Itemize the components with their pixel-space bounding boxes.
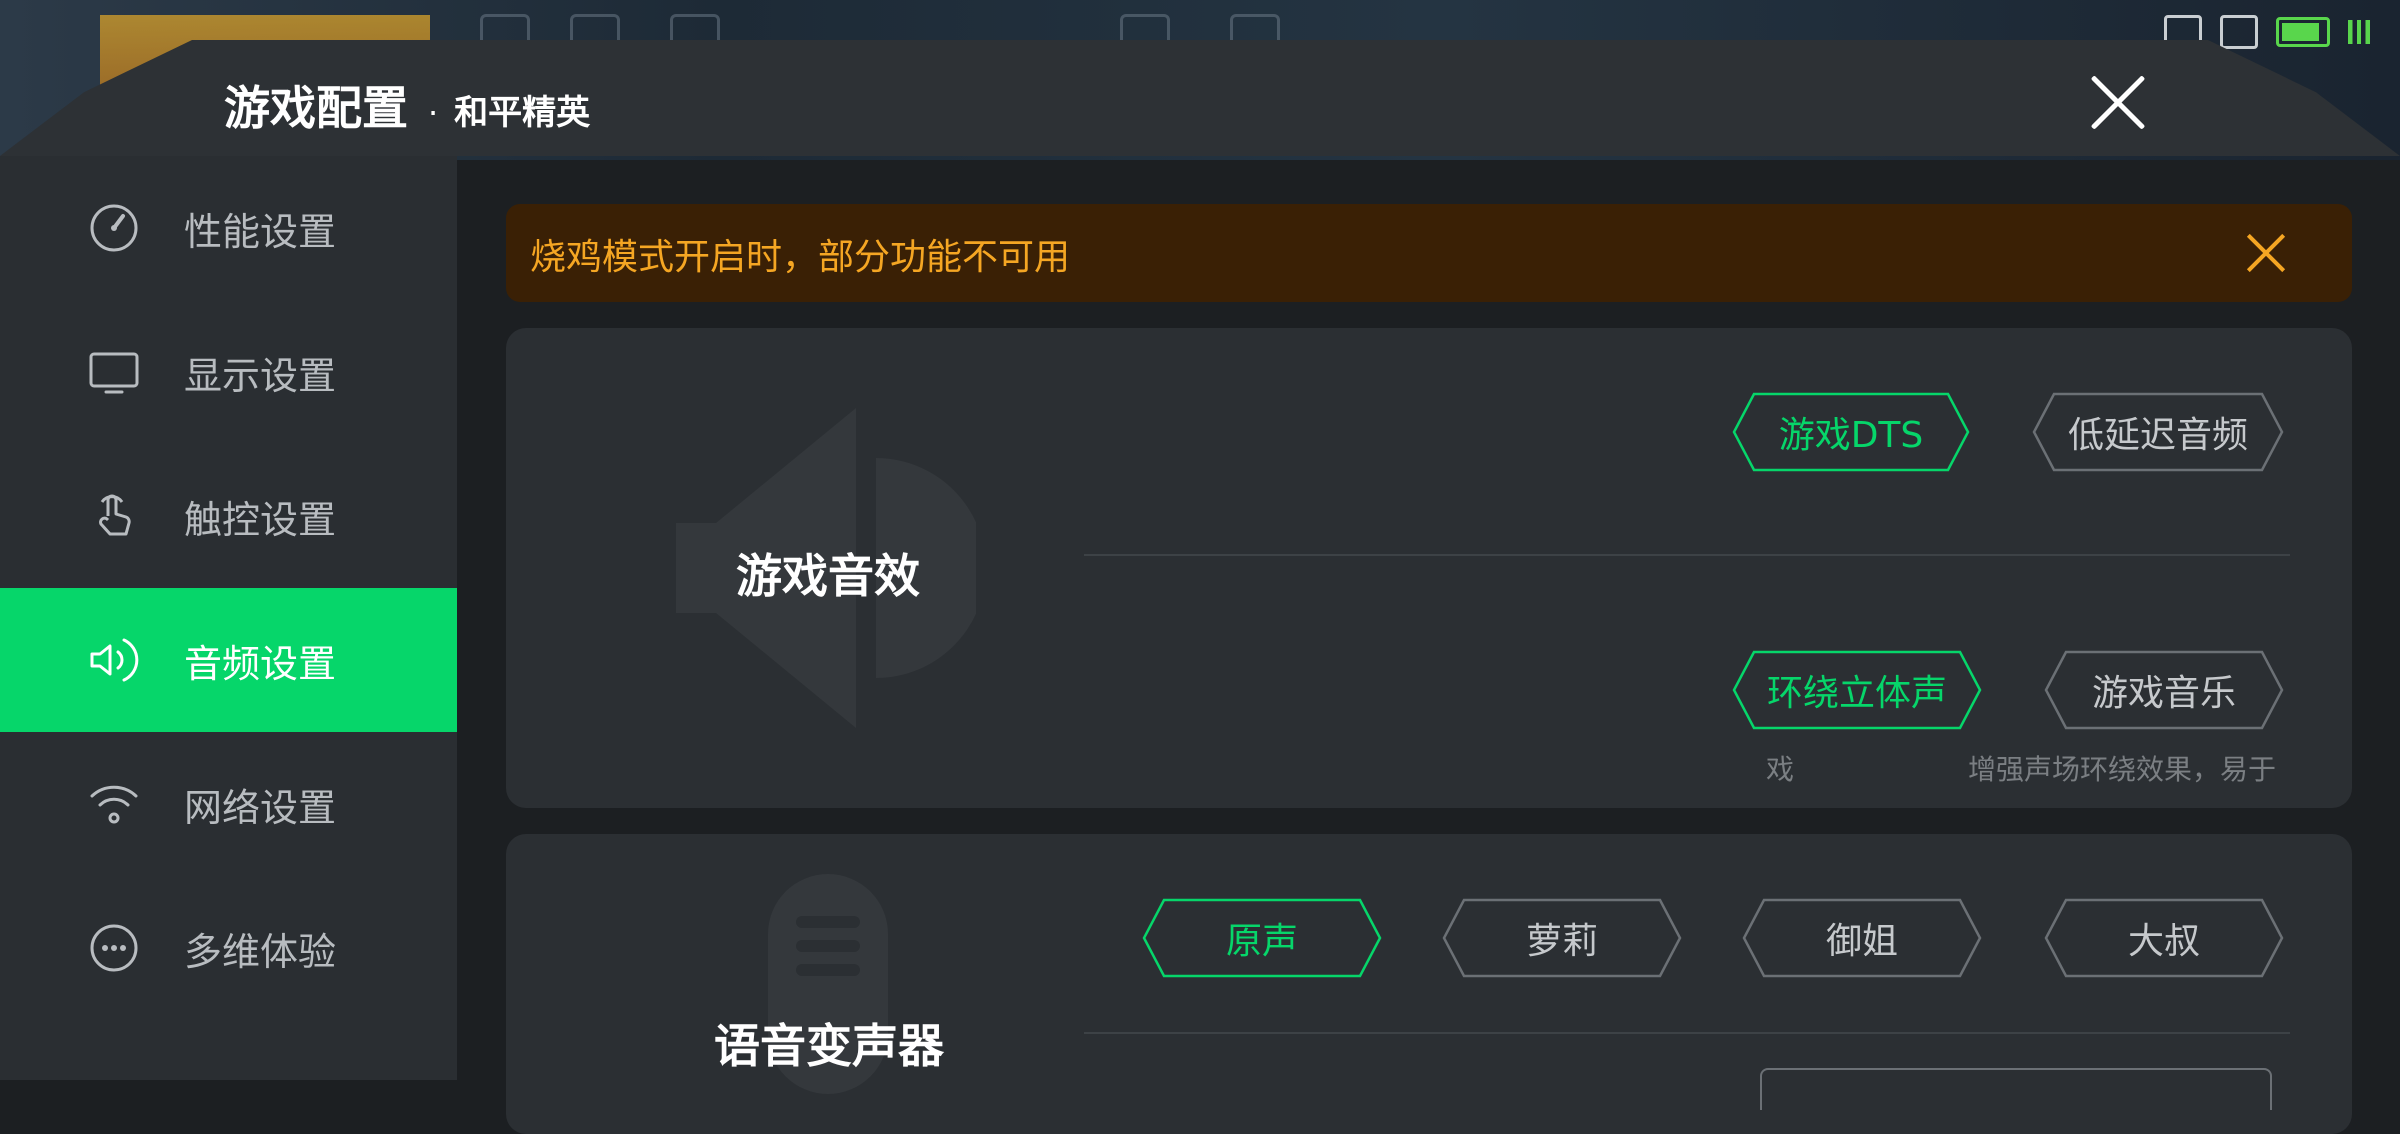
voice-option-partial[interactable]	[1760, 1068, 2272, 1110]
option-label: 游戏DTS	[1778, 415, 1924, 456]
option-label: 低延迟音频	[2067, 415, 2248, 456]
sidebar-item-label: 性能设置	[184, 209, 337, 254]
signal-icon	[2348, 20, 2370, 44]
option-low-latency-audio[interactable]: 低延迟音频	[2032, 392, 2284, 472]
option-label: 萝莉	[1525, 921, 1598, 962]
page-title: 游戏配置	[224, 81, 408, 135]
speaker-icon	[88, 634, 140, 686]
divider	[1084, 1032, 2290, 1034]
voice-changer-card: 语音变声器 原声 萝莉 御姐 大叔	[506, 834, 2352, 1134]
monitor-icon	[88, 346, 140, 398]
sidebar-item-touch[interactable]: 触控设置	[0, 444, 457, 588]
voice-option-lady[interactable]: 御姐	[1742, 898, 1982, 978]
battery-icon	[2276, 17, 2330, 47]
option-label: 御姐	[1825, 921, 1898, 962]
sidebar: 性能设置 显示设置 触控设置 音频设置 网络设置 多维体验	[0, 156, 457, 1080]
option-game-dts[interactable]: 游戏DTS	[1732, 392, 1970, 472]
sidebar-item-experience[interactable]: 多维体验	[0, 876, 457, 1020]
speedometer-icon	[88, 202, 140, 254]
voice-changer-label: 语音变声器	[714, 1019, 944, 1073]
sidebar-item-display[interactable]: 显示设置	[0, 300, 457, 444]
voice-option-loli[interactable]: 萝莉	[1442, 898, 1682, 978]
hint-text-left: 戏	[1766, 753, 1795, 786]
title-separator: ·	[428, 94, 439, 132]
sidebar-item-performance[interactable]: 性能设置	[0, 156, 457, 300]
sidebar-item-label: 音频设置	[184, 641, 337, 686]
header-title-group: 游戏配置 · 和平精英	[224, 72, 590, 138]
option-label: 游戏音乐	[2091, 673, 2236, 714]
dismiss-warning-icon[interactable]	[2246, 233, 2286, 273]
sidebar-item-label: 触控设置	[184, 497, 337, 542]
game-sound-card: 游戏音效 游戏DTS 低延迟音频 环绕立体声 游戏音乐 戏 增强声场环绕效果，易…	[506, 328, 2352, 808]
wifi-icon	[88, 778, 140, 830]
option-label: 原声	[1225, 921, 1298, 962]
hint-text-right: 增强声场环绕效果，易于	[1968, 753, 2277, 786]
sidebar-item-label: 网络设置	[184, 785, 337, 830]
game-sound-label: 游戏音效	[736, 549, 920, 603]
sidebar-item-audio[interactable]: 音频设置	[0, 588, 457, 732]
option-surround-stereo[interactable]: 环绕立体声	[1732, 650, 1982, 730]
touch-hand-icon	[88, 490, 140, 542]
sidebar-item-label: 多维体验	[184, 929, 337, 974]
option-game-music[interactable]: 游戏音乐	[2044, 650, 2284, 730]
warning-banner: 烧鸡模式开启时，部分功能不可用	[506, 204, 2352, 302]
close-icon[interactable]	[2088, 72, 2148, 132]
option-label: 环绕立体声	[1766, 673, 1947, 714]
add-window-icon	[2220, 15, 2258, 49]
more-dots-icon	[88, 922, 140, 974]
game-name: 和平精英	[454, 93, 591, 133]
sidebar-item-label: 显示设置	[184, 353, 337, 398]
sidebar-item-network[interactable]: 网络设置	[0, 732, 457, 876]
voice-option-original[interactable]: 原声	[1142, 898, 1382, 978]
warning-text: 烧鸡模式开启时，部分功能不可用	[530, 237, 1071, 278]
divider	[1084, 554, 2290, 556]
voice-option-uncle[interactable]: 大叔	[2044, 898, 2284, 978]
option-label: 大叔	[2127, 921, 2200, 962]
